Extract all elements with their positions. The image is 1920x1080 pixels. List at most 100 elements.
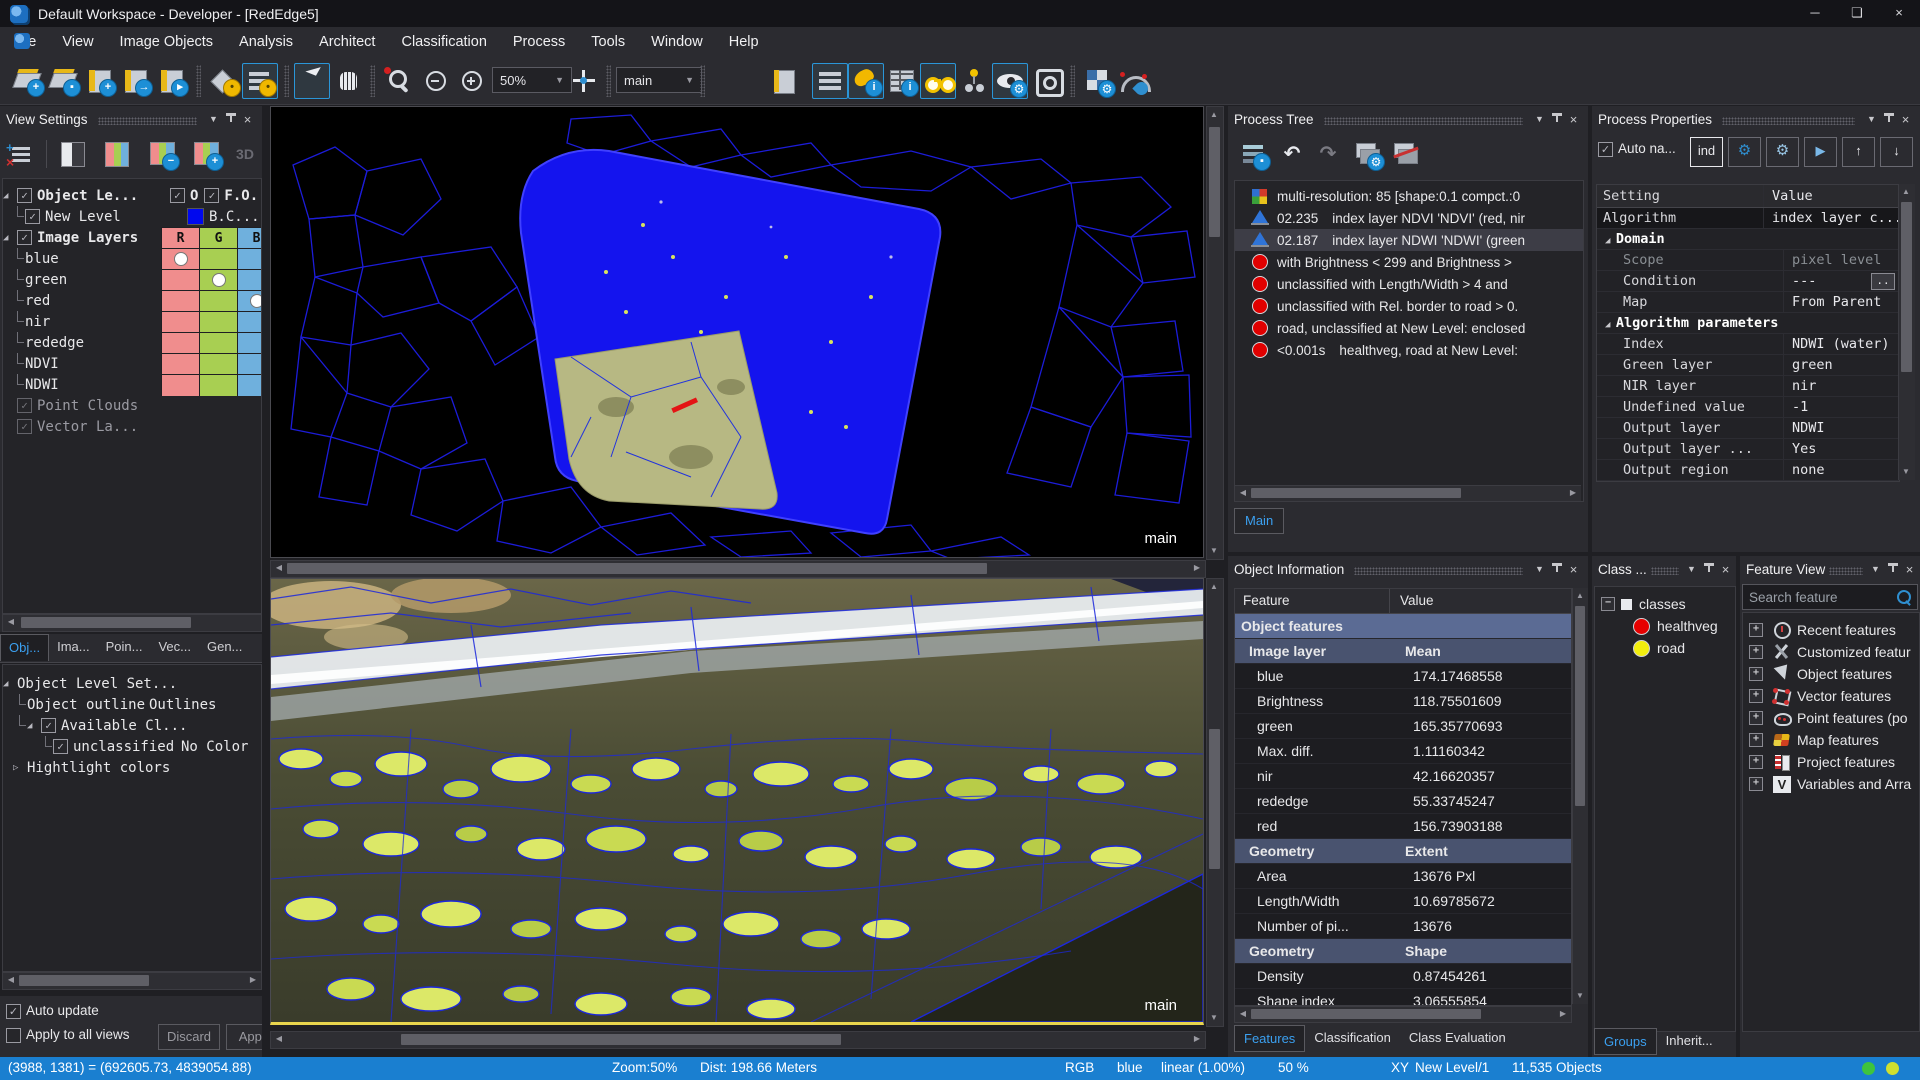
vertical-scrollbar[interactable]: ▲▼: [1206, 106, 1224, 560]
layer-b-cell[interactable]: [237, 374, 262, 396]
layer-r-cell[interactable]: [161, 290, 199, 312]
panel-menu-button[interactable]: ▼: [1531, 111, 1548, 128]
toolbar-handle[interactable]: [606, 65, 611, 97]
edit-polygon-icon[interactable]: [1116, 63, 1152, 99]
expand-icon[interactable]: +: [1749, 733, 1763, 747]
horizontal-scrollbar[interactable]: ◀▶: [270, 560, 1206, 578]
image-layer-row[interactable]: rededge: [3, 332, 262, 353]
property-row[interactable]: NIR layer nir: [1597, 376, 1899, 397]
image-layer-row[interactable]: blue: [3, 248, 262, 269]
restore-button[interactable]: ❏: [1836, 0, 1878, 27]
discard-button[interactable]: Discard: [158, 1024, 220, 1050]
undo-icon[interactable]: ↶: [1276, 136, 1308, 172]
layer-g-cell[interactable]: [199, 374, 237, 396]
layer-g-cell[interactable]: [199, 269, 237, 291]
object-info-row[interactable]: Image layer Mean: [1235, 639, 1571, 664]
feature-group-row[interactable]: + Object features: [1743, 663, 1919, 685]
expand-icon[interactable]: +: [1749, 645, 1763, 659]
expand-icon[interactable]: +: [1749, 689, 1763, 703]
tree-row-available-classes[interactable]: ◢ Available Cl...: [3, 715, 262, 736]
property-row[interactable]: Output layer NDWI: [1597, 418, 1899, 439]
process-tree-tab-main[interactable]: Main: [1234, 508, 1284, 534]
horizontal-scrollbar[interactable]: ◀▶: [270, 1031, 1206, 1049]
layer-g-cell[interactable]: [199, 290, 237, 312]
panel-menu-button[interactable]: ▼: [205, 111, 222, 128]
expand-icon[interactable]: +: [1749, 711, 1763, 725]
minimize-button[interactable]: ─: [1794, 0, 1836, 27]
open-project-icon[interactable]: ▸: [154, 63, 190, 99]
mixed-layer-view-icon[interactable]: [100, 137, 134, 171]
panel-menu-button[interactable]: ▼: [1531, 561, 1548, 578]
toolbar-handle[interactable]: [1070, 65, 1075, 97]
checkbox[interactable]: [17, 230, 32, 245]
property-row[interactable]: Output region none: [1597, 460, 1899, 481]
close-icon[interactable]: ×: [1717, 561, 1734, 578]
navigate-icon[interactable]: [566, 63, 602, 99]
pin-icon[interactable]: [1548, 111, 1565, 128]
property-row[interactable]: Condition --- ..: [1597, 271, 1899, 292]
object-info-row[interactable]: Shape index 3.06555854: [1235, 989, 1571, 1006]
move-down-icon[interactable]: ↓: [1880, 137, 1913, 167]
menu-item[interactable]: Analysis: [226, 27, 306, 57]
property-row[interactable]: Output layer ... Yes: [1597, 439, 1899, 460]
feature-search-input[interactable]: Search feature: [1742, 584, 1918, 610]
object-info-row[interactable]: Length/Width 10.69785672: [1235, 889, 1571, 914]
close-icon[interactable]: ×: [1565, 111, 1582, 128]
import-project-icon[interactable]: →: [118, 63, 154, 99]
feature-group-row[interactable]: + Point features (po: [1743, 707, 1919, 729]
feature-group-row[interactable]: + Recent features: [1743, 619, 1919, 641]
process-step[interactable]: road, unclassified at New Level: enclose…: [1235, 317, 1583, 339]
layer-r-cell[interactable]: [161, 374, 199, 396]
checkbox[interactable]: [53, 739, 68, 754]
object-info-row[interactable]: Density 0.87454261: [1235, 964, 1571, 989]
object-info-row[interactable]: red 156.73903188: [1235, 814, 1571, 839]
property-row[interactable]: Green layer green: [1597, 355, 1899, 376]
feature-group-row[interactable]: + Vector features: [1743, 685, 1919, 707]
pan-hand-icon[interactable]: [330, 63, 366, 99]
feature-group-row[interactable]: + Map features: [1743, 729, 1919, 751]
menu-item[interactable]: Classification: [388, 27, 499, 57]
view-select[interactable]: main▼: [616, 67, 702, 93]
object-info-tab[interactable]: Features: [1234, 1025, 1305, 1052]
tree-row-new-level[interactable]: New Level B.C...: [3, 206, 262, 227]
layer-b-cell[interactable]: [237, 332, 262, 354]
tree-row-unclassified[interactable]: unclassified No Color: [3, 736, 262, 757]
save-process-icon[interactable]: ▪: [1236, 136, 1272, 172]
image-layer-row[interactable]: NDWI: [3, 374, 262, 395]
object-info-row[interactable]: Geometry Shape: [1235, 939, 1571, 964]
layer-r-cell[interactable]: [161, 332, 199, 354]
horizontal-scrollbar[interactable]: ◀▶: [1235, 485, 1581, 501]
object-info-row[interactable]: Area 13676 Pxl: [1235, 864, 1571, 889]
pin-icon[interactable]: [1548, 561, 1565, 578]
object-info-row[interactable]: nir 42.16620357: [1235, 764, 1571, 789]
tree-row-object-outline[interactable]: Object outline Outlines: [3, 694, 262, 715]
vertical-scrollbar[interactable]: ▲▼: [1572, 588, 1588, 1004]
add-project-icon[interactable]: +: [82, 63, 118, 99]
left-dock-tab[interactable]: Ima...: [49, 634, 98, 660]
property-row[interactable]: Algorithm parameters: [1597, 313, 1899, 334]
panel-menu-button[interactable]: ▼: [1683, 561, 1700, 578]
image-layer-row[interactable]: nir: [3, 311, 262, 332]
level-color-chip[interactable]: [187, 208, 204, 225]
menu-item[interactable]: Window: [638, 27, 716, 57]
process-step[interactable]: unclassified with Rel. border to road > …: [1235, 295, 1583, 317]
expand-icon[interactable]: +: [1749, 755, 1763, 769]
layer-r-cell[interactable]: [161, 248, 199, 270]
shift-layers-down-icon[interactable]: −: [146, 137, 180, 171]
process-step[interactable]: 02.235 index layer NDVI 'NDVI' (red, nir: [1235, 207, 1583, 229]
panel-menu-button[interactable]: ▼: [1863, 111, 1880, 128]
menu-item[interactable]: Architect: [306, 27, 388, 57]
property-row[interactable]: Index NDWI (water): [1597, 334, 1899, 355]
vertical-scrollbar[interactable]: ▲▼: [1898, 184, 1915, 480]
property-row[interactable]: Algorithm index layer c...: [1597, 208, 1899, 229]
left-dock-tab[interactable]: Gen...: [199, 634, 250, 660]
layer-b-cell[interactable]: [237, 290, 262, 312]
panel-menu-button[interactable]: ▼: [1867, 561, 1884, 578]
layer-g-cell[interactable]: [199, 332, 237, 354]
expand-icon[interactable]: +: [1749, 777, 1763, 791]
zoom-in-icon[interactable]: [454, 63, 490, 99]
object-info-row[interactable]: Max. diff. 1.11160342: [1235, 739, 1571, 764]
save-workspace-icon[interactable]: ▪: [46, 63, 82, 99]
viewport-top[interactable]: main: [270, 106, 1204, 558]
layer-b-cell[interactable]: [237, 248, 262, 270]
